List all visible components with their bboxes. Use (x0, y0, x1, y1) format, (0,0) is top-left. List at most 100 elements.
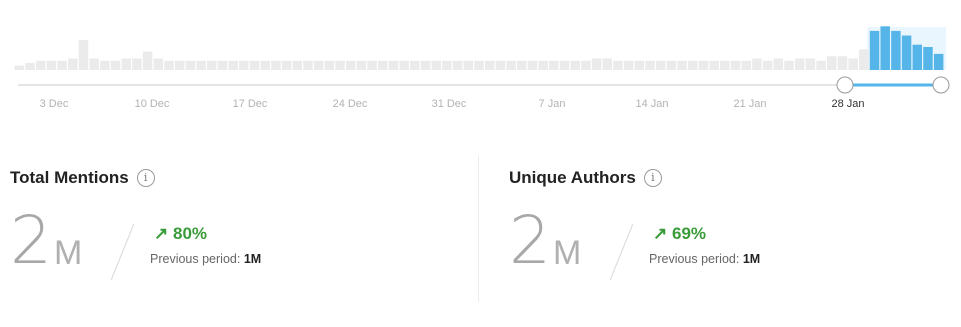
timeline-bar (452, 60, 463, 70)
timeline-bar (239, 60, 249, 70)
timeline-bar (549, 60, 559, 70)
timeline-bar (420, 60, 431, 70)
metric-value: 2 M (509, 208, 581, 274)
timeline-bar (442, 60, 452, 70)
timeline-bar (602, 58, 613, 70)
timeline-bar (78, 40, 89, 70)
timeline-bar (260, 60, 270, 70)
tick-label-24-dec: 24 Dec (332, 98, 368, 110)
value-separator (609, 223, 634, 281)
timeline-bar (645, 60, 655, 70)
timeline-bar (591, 58, 602, 70)
metric-title: Total Mentions (10, 168, 129, 187)
range-start-handle[interactable] (836, 76, 854, 94)
timeline-bar (110, 60, 121, 70)
timeline-bar (538, 60, 548, 70)
timeline-bar (431, 60, 441, 70)
timeline-bar (816, 60, 826, 70)
timeline-bar (121, 58, 131, 70)
tick-label-31-dec: 31 Dec (431, 98, 467, 110)
timeline-bar (217, 60, 228, 70)
timeline-bar (313, 60, 324, 70)
timeline-bar (517, 60, 527, 70)
change-percent: 80% (172, 224, 208, 243)
timeline-bar (367, 60, 377, 70)
timeline-bar (281, 60, 292, 70)
timeline-bar (132, 58, 142, 70)
arrow-up-right-icon: ↗ (154, 224, 169, 243)
timeline-bar (891, 30, 901, 70)
timeline-bar (57, 60, 67, 70)
timeline-bar (688, 60, 698, 70)
metric-value-unit: M (553, 234, 582, 272)
timeline-bar (570, 60, 580, 70)
timeline-bar (292, 60, 303, 70)
timeline-bar (249, 60, 260, 70)
timeline-bar (762, 60, 773, 70)
info-icon[interactable]: i (136, 169, 155, 187)
timeline-bar (923, 47, 933, 70)
timeline-bar (174, 60, 185, 70)
timeline-bar (356, 60, 367, 70)
timeline-bar (410, 60, 420, 70)
timeline-bar (303, 60, 313, 70)
timeline-bar (634, 60, 645, 70)
timeline-bar (730, 60, 741, 70)
timeline-bar (196, 60, 206, 70)
timeline-bar (677, 60, 687, 70)
timeline-bar (752, 58, 762, 70)
metric-total-mentions: Total Mentions i 2 M ↗ 80% Previous peri… (10, 168, 450, 308)
timeline-bar (613, 60, 623, 70)
metric-title-row: Unique Authors i (509, 168, 939, 188)
timeline-bar (709, 60, 719, 70)
metric-title-row: Total Mentions i (10, 168, 450, 188)
timeline-bar (869, 30, 880, 70)
range-end-handle[interactable] (932, 76, 950, 94)
previous-period: Previous period: 1M (649, 252, 760, 266)
timeline-bar (484, 60, 495, 70)
timeline-bar (207, 60, 217, 70)
timeline-bar (655, 60, 666, 70)
timeline-bar (25, 63, 35, 70)
timeline-bar (859, 49, 869, 70)
timeline-chart[interactable] (0, 0, 961, 100)
timeline-bar (185, 60, 196, 70)
timeline-bar (784, 60, 794, 70)
previous-period-label: Previous period: (649, 252, 740, 266)
timeline-bar (474, 60, 484, 70)
metric-title: Unique Authors (509, 168, 636, 187)
timeline-bar (345, 60, 356, 70)
timeline-bar (666, 60, 677, 70)
timeline-bar (623, 60, 634, 70)
timeline-bar (880, 26, 890, 70)
timeline-bar (153, 58, 164, 70)
timeline-bar (901, 35, 912, 70)
timeline-bar (741, 60, 751, 70)
timeline-bar (805, 58, 816, 70)
timeline-bar (35, 60, 46, 70)
timeline-bar (827, 56, 837, 70)
metric-value-number: 2 (10, 202, 52, 279)
timeline-bar (912, 44, 923, 70)
previous-period: Previous period: 1M (150, 252, 261, 266)
timeline-bar (773, 58, 784, 70)
tick-label-21-jan: 21 Jan (733, 98, 767, 110)
tick-label-14-jan: 14 Jan (635, 98, 669, 110)
timeline-bar (794, 58, 805, 70)
timeline-bar (335, 60, 345, 70)
timeline-bar (463, 60, 474, 70)
value-separator (110, 223, 135, 281)
metrics-divider (478, 156, 479, 302)
timeline-bar (46, 60, 57, 70)
change-indicator: ↗ 69% (653, 224, 706, 244)
previous-period-value: 1M (243, 252, 262, 266)
tick-label-28-jan: 28 Jan (831, 98, 865, 110)
metric-value-unit: M (54, 234, 83, 272)
timeline-bar (378, 60, 388, 70)
tick-label-10-dec: 10 Dec (134, 98, 170, 110)
previous-period-value: 1M (742, 252, 761, 266)
info-icon[interactable]: i (643, 169, 662, 187)
timeline-bar (720, 60, 730, 70)
timeline-bar (506, 60, 516, 70)
timeline-bar (837, 56, 848, 70)
